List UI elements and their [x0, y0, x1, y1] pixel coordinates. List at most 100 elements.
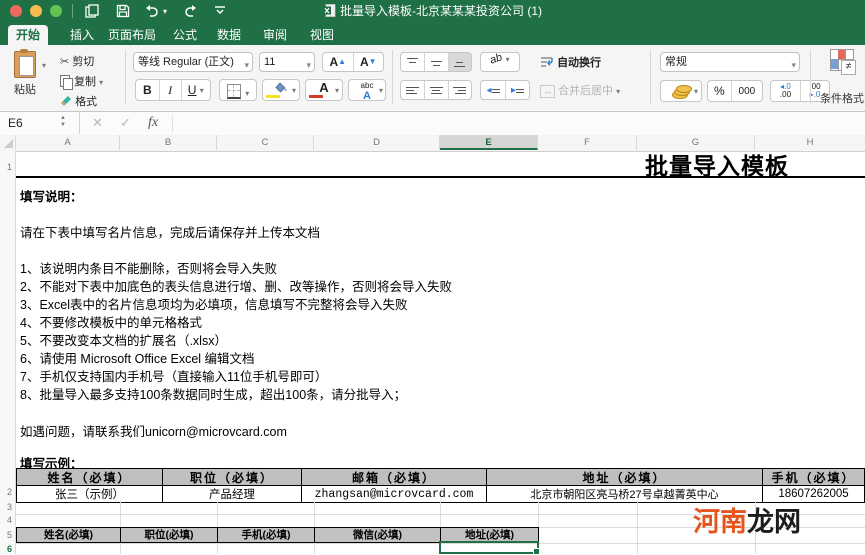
fill-color-button[interactable]: ▾	[262, 79, 300, 101]
tab-home[interactable]: 开始	[8, 25, 49, 45]
merge-center-button[interactable]: ↔ 合并后居中 ▾	[540, 82, 620, 98]
tab-formulas[interactable]: 公式	[165, 25, 205, 45]
name-box[interactable]: E6	[0, 112, 80, 134]
chevron-down-icon: ▾	[306, 60, 311, 70]
font-color-swatch	[309, 95, 323, 98]
wrap-text-button[interactable]: 自动换行	[540, 54, 601, 70]
ribbon: 粘贴 ▾ ✂ 剪切 复制 ▾ 格式 等线 Regular (正文) ▾ 11 ▾ A…	[0, 45, 865, 112]
row-header-3[interactable]: 3	[0, 502, 12, 512]
row-header-6[interactable]: 6	[0, 544, 12, 554]
comma-style-button[interactable]: 000	[732, 81, 762, 101]
title-bar: ▾ 批量导入模板-北京某某某投资公司 (1)	[0, 0, 865, 22]
chevron-down-icon: ▾	[291, 86, 296, 95]
group-divider	[810, 50, 811, 104]
indent-bars-icon	[516, 86, 524, 95]
tab-review[interactable]: 审阅	[255, 25, 295, 45]
column-header-a[interactable]: A	[16, 135, 120, 150]
italic-button[interactable]: I	[160, 80, 182, 100]
align-top-button[interactable]	[401, 53, 426, 71]
conditional-formatting-button[interactable]: ≠ ▾ 条件格式	[820, 49, 864, 106]
column-header-e[interactable]: E	[440, 135, 538, 150]
align-bottom-button[interactable]	[448, 53, 471, 71]
column-header-f[interactable]: F	[538, 135, 637, 150]
header-cell-email[interactable]: 邮箱（必填）	[302, 469, 487, 485]
format-painter-button[interactable]: 格式	[60, 93, 97, 109]
cancel-entry-icon[interactable]: ✕	[92, 112, 103, 134]
cell-title[interactable]: 产品经理	[163, 486, 302, 502]
header-cell-phone[interactable]: 手机（必填）	[763, 469, 864, 485]
name-box-spinner[interactable]: ▲ ▼	[60, 115, 66, 129]
input-header-phone[interactable]: 手机(必填)	[217, 527, 315, 543]
font-color-button[interactable]: A ▾	[305, 79, 343, 101]
watermark: 河南龙网	[693, 507, 801, 537]
row-header-5[interactable]: 5	[0, 530, 12, 540]
tab-page-layout[interactable]: 页面布局	[100, 25, 164, 45]
instruction-item: 3、Excel表中的名片信息项均为必填项，信息填写不完整将会导入失败	[20, 298, 408, 312]
input-header-wechat[interactable]: 微信(必填)	[314, 527, 441, 543]
align-top-icon	[406, 57, 419, 67]
font-size-step-group: A ▲ A ▼	[322, 52, 384, 72]
paste-button[interactable]: 粘贴	[14, 49, 36, 97]
align-center-button[interactable]	[425, 81, 449, 99]
number-format-combo[interactable]: 常规 ▾	[660, 52, 800, 72]
text-orientation-button[interactable]: ab ▾	[480, 51, 520, 72]
cell-name[interactable]: 张三（示例）	[17, 486, 163, 502]
selected-cell-e6[interactable]	[439, 541, 540, 555]
chevron-down-icon: ▾	[505, 55, 510, 64]
paste-dropdown-caret-icon[interactable]: ▾	[42, 61, 46, 70]
percent-style-button[interactable]: %	[708, 81, 732, 101]
increase-font-size-button[interactable]: A ▲	[323, 53, 354, 71]
header-cell-name[interactable]: 姓名（必填）	[17, 469, 163, 485]
increase-indent-button[interactable]: ▸	[506, 81, 529, 99]
input-header-title[interactable]: 职位(必填)	[120, 527, 218, 543]
header-cell-title[interactable]: 职位（必填）	[163, 469, 302, 485]
indent-bars-icon	[491, 86, 500, 95]
row-header-1[interactable]: 1	[0, 162, 12, 172]
align-middle-button[interactable]	[425, 53, 449, 71]
font-style-group: B I U ▾	[135, 79, 211, 101]
instruction-item: 4、不要修改模板中的单元格格式	[20, 316, 202, 330]
phonetic-guide-button[interactable]: abc A ▾	[348, 79, 386, 102]
excel-file-icon	[323, 4, 336, 17]
copy-button[interactable]: 复制 ▾	[60, 73, 103, 90]
align-right-icon	[453, 86, 467, 95]
font-size-combo[interactable]: 11 ▾	[259, 52, 315, 72]
chevron-down-icon: ▾	[334, 86, 339, 95]
percent-thousand-group: % 000	[707, 80, 763, 102]
instruction-item: 1、该说明内条目不能删除，否则将会导入失败	[20, 262, 277, 276]
column-header-d[interactable]: D	[314, 135, 440, 150]
increase-decimal-button[interactable]: ◂.0.00	[771, 81, 801, 101]
cut-button[interactable]: ✂ 剪切	[60, 53, 94, 69]
instruction-item: 5、不要改变本文档的扩展名（.xlsx）	[20, 334, 227, 348]
cell-email[interactable]: zhangsan@microvcard.com	[302, 486, 487, 502]
align-middle-icon	[430, 58, 443, 67]
underline-button[interactable]: U ▾	[182, 80, 210, 100]
column-header-b[interactable]: B	[120, 135, 217, 150]
borders-button[interactable]: ▾	[219, 79, 257, 101]
tab-view[interactable]: 视图	[302, 25, 342, 45]
tab-data[interactable]: 数据	[209, 25, 249, 45]
decrease-indent-button[interactable]: ◂	[481, 81, 506, 99]
input-header-name[interactable]: 姓名(必填)	[16, 527, 121, 543]
column-header-c[interactable]: C	[217, 135, 314, 150]
indent-group: ◂ ▸	[480, 80, 530, 100]
instruction-item: 2、不能对下表中加底色的表头信息进行增、删、改等操作，否则将会导入失败	[20, 280, 452, 294]
select-all-corner[interactable]	[0, 135, 16, 150]
bold-button[interactable]: B	[136, 80, 160, 100]
scissors-icon: ✂	[60, 56, 70, 68]
ribbon-tab-bar: 开始 插入 页面布局 公式 数据 审阅 视图	[0, 22, 865, 45]
decrease-font-size-button[interactable]: A ▼	[354, 53, 384, 71]
currency-format-button[interactable]: ▾	[660, 80, 702, 102]
chevron-down-icon: ▾	[245, 89, 250, 98]
confirm-entry-icon[interactable]: ✓	[120, 112, 131, 134]
align-left-button[interactable]	[401, 81, 426, 99]
align-right-button[interactable]	[449, 81, 471, 99]
insert-function-icon[interactable]: fx	[148, 112, 158, 134]
header-cell-address[interactable]: 地址（必填）	[487, 469, 763, 485]
font-name-combo[interactable]: 等线 Regular (正文) ▾	[133, 52, 253, 72]
row-header-4[interactable]: 4	[0, 515, 12, 525]
vertical-align-group	[400, 52, 472, 72]
tab-insert[interactable]: 插入	[62, 25, 102, 45]
align-center-icon	[429, 86, 443, 95]
row-header-2[interactable]: 2	[0, 487, 12, 497]
